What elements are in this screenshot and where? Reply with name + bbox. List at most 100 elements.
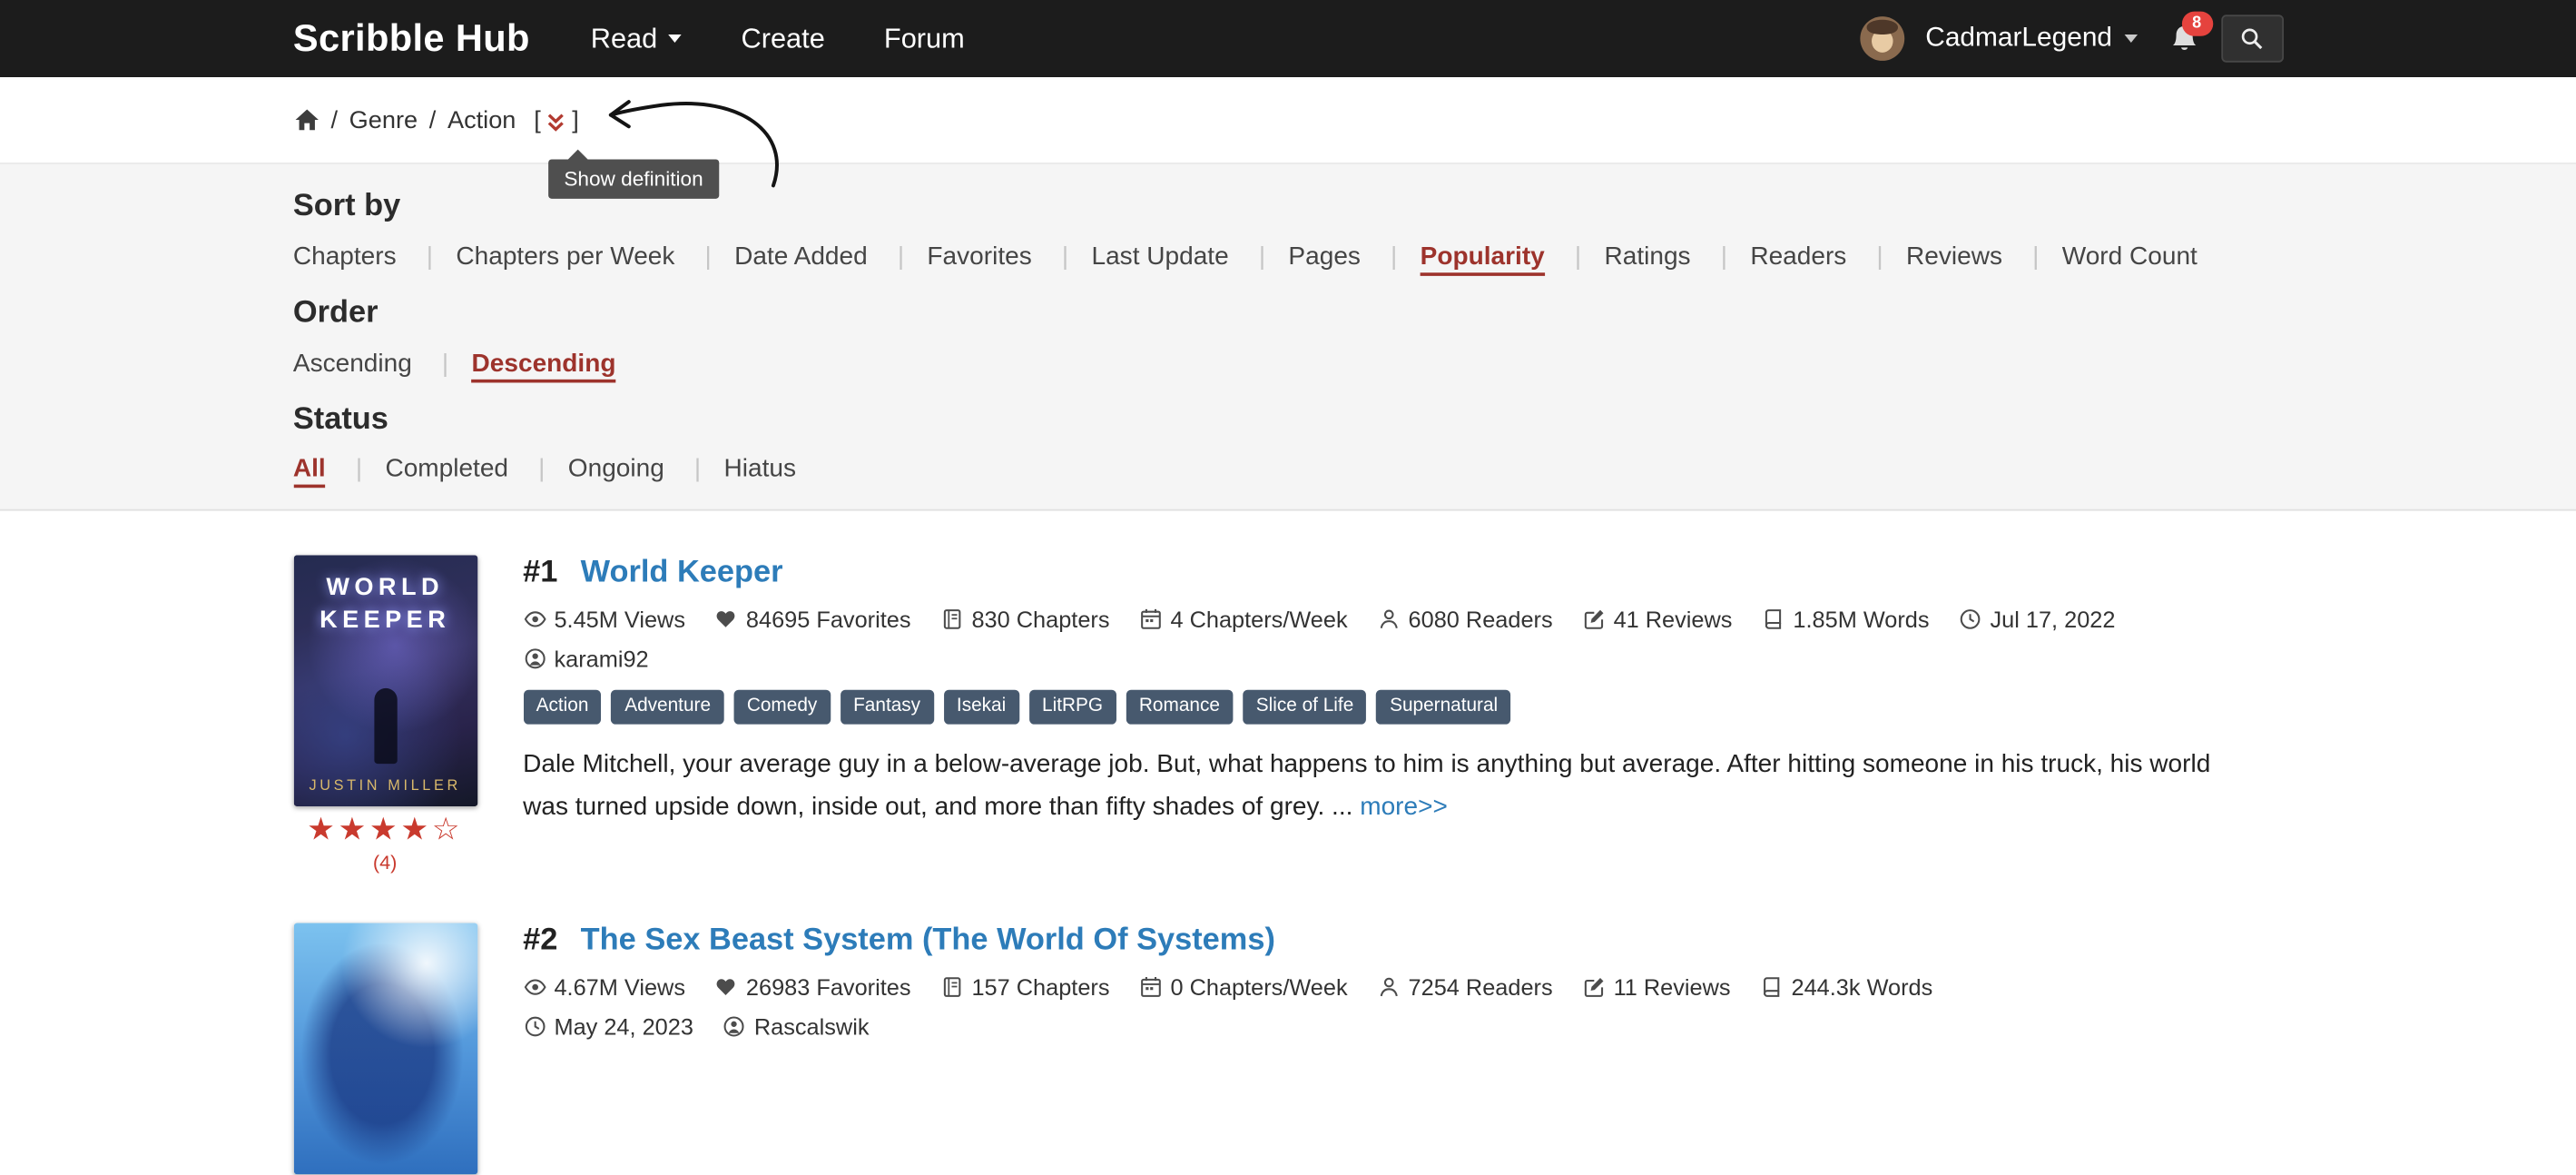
nav-item-forum[interactable]: Forum bbox=[884, 22, 965, 54]
sort-option-last-update[interactable]: Last Update bbox=[1091, 242, 1228, 271]
status-heading: Status bbox=[293, 400, 2283, 439]
status-option-hiatus[interactable]: Hiatus bbox=[724, 455, 796, 483]
status-option-ongoing[interactable]: Ongoing bbox=[568, 455, 664, 483]
words-stat: 244.3k Words bbox=[1760, 974, 1932, 1001]
story-title-link[interactable]: World Keeper bbox=[581, 556, 783, 592]
story-description: Dale Mitchell, your average guy in a bel… bbox=[523, 744, 2230, 829]
tag-supernatural[interactable]: Supernatural bbox=[1377, 690, 1511, 724]
breadcrumb-current: Action bbox=[447, 106, 516, 134]
book-icon bbox=[940, 608, 963, 631]
views-stat: 4.67M Views bbox=[523, 974, 685, 1001]
tag-romance[interactable]: Romance bbox=[1126, 690, 1233, 724]
search-icon bbox=[2239, 26, 2264, 51]
brand-logo[interactable]: Scribble Hub bbox=[293, 16, 530, 61]
story-main: #1 World Keeper 5.45M Views 84695 Favori… bbox=[523, 556, 2283, 874]
tag-fantasy[interactable]: Fantasy bbox=[841, 690, 934, 724]
genre-definition-toggle[interactable]: [ ] bbox=[534, 106, 578, 134]
user-menu[interactable]: CadmarLegend bbox=[1925, 23, 2137, 54]
chevron-down-icon bbox=[669, 35, 682, 43]
words-icon bbox=[1760, 976, 1783, 999]
sort-option-chapters-per-week[interactable]: Chapters per Week bbox=[456, 242, 674, 271]
more-link[interactable]: more>> bbox=[1360, 793, 1448, 821]
nav-item-create[interactable]: Create bbox=[742, 22, 825, 54]
order-options: Ascending Descending bbox=[293, 348, 2283, 380]
notifications-button[interactable]: 8 bbox=[2168, 23, 2199, 54]
views-stat: 5.45M Views bbox=[523, 607, 685, 633]
chapters-per-week-stat: 4 Chapters/Week bbox=[1139, 607, 1348, 633]
nav-item-read[interactable]: Read bbox=[591, 22, 683, 54]
reader-icon bbox=[1377, 976, 1400, 999]
story-stats: 4.67M Views 26983 Favorites 157 Chapters… bbox=[523, 974, 2283, 1001]
story-stats: 5.45M Views 84695 Favorites 830 Chapters… bbox=[523, 607, 2283, 633]
sort-option-pages[interactable]: Pages bbox=[1288, 242, 1361, 271]
favorites-stat: 84695 Favorites bbox=[715, 607, 911, 633]
bracket-close: ] bbox=[572, 106, 579, 134]
bracket-open: [ bbox=[534, 106, 541, 134]
chapters-stat: 157 Chapters bbox=[940, 974, 1109, 1001]
avatar[interactable] bbox=[1860, 16, 1904, 61]
story-cover[interactable]: WORLD KEEPER JUSTIN MILLER bbox=[293, 556, 477, 807]
filled-stars: ★★★★ bbox=[307, 812, 432, 848]
story-title-link[interactable]: The Sex Beast System (The World Of Syste… bbox=[581, 923, 1275, 960]
story-rank: #2 bbox=[523, 923, 557, 960]
words-stat: 1.85M Words bbox=[1762, 607, 1929, 633]
author-link[interactable]: karami92 bbox=[554, 646, 648, 672]
sort-option-favorites[interactable]: Favorites bbox=[927, 242, 1031, 271]
story-author-row: karami92 bbox=[523, 646, 2283, 672]
words-icon bbox=[1762, 608, 1785, 631]
tag-litrpg[interactable]: LitRPG bbox=[1029, 690, 1116, 724]
clock-icon bbox=[523, 1015, 546, 1038]
heart-icon bbox=[715, 976, 738, 999]
rating-count: (4) bbox=[293, 851, 477, 874]
cover-author-text: JUSTIN MILLER bbox=[309, 777, 460, 794]
author-stat: karami92 bbox=[523, 646, 649, 672]
clock-icon bbox=[1959, 608, 1981, 631]
sort-option-word-count[interactable]: Word Count bbox=[2062, 242, 2197, 271]
story-main: #2 The Sex Beast System (The World Of Sy… bbox=[523, 923, 2283, 1175]
chevron-down-icon bbox=[2124, 35, 2137, 43]
breadcrumb-genre[interactable]: Genre bbox=[349, 106, 418, 134]
sort-option-chapters[interactable]: Chapters bbox=[293, 242, 397, 271]
eye-icon bbox=[523, 608, 546, 631]
page: Scribble Hub Read Create Forum CadmarLeg… bbox=[0, 0, 2576, 1033]
cover-title-text: WORLD KEEPER bbox=[306, 572, 464, 637]
filter-panel: Sort by Chapters Chapters per Week Date … bbox=[0, 164, 2576, 511]
heart-icon bbox=[715, 608, 738, 631]
sort-by-options: Chapters Chapters per Week Date Added Fa… bbox=[293, 241, 2283, 273]
story-row: #2 The Sex Beast System (The World Of Sy… bbox=[293, 923, 2283, 1175]
show-definition-tooltip: Show definition bbox=[547, 159, 720, 198]
author-link[interactable]: Rascalswik bbox=[754, 1013, 870, 1040]
tag-action[interactable]: Action bbox=[523, 690, 602, 724]
tag-adventure[interactable]: Adventure bbox=[612, 690, 724, 724]
tag-comedy[interactable]: Comedy bbox=[733, 690, 830, 724]
author-stat: Rascalswik bbox=[723, 1013, 869, 1040]
breadcrumb: / Genre / Action [ ] Show definition bbox=[293, 77, 2283, 163]
search-button[interactable] bbox=[2220, 15, 2283, 62]
status-option-completed[interactable]: Completed bbox=[385, 455, 508, 483]
tag-isekai[interactable]: Isekai bbox=[943, 690, 1018, 724]
story-author-row: May 24, 2023 Rascalswik bbox=[523, 1013, 2283, 1040]
breadcrumb-separator: / bbox=[429, 106, 437, 134]
sort-option-date-added[interactable]: Date Added bbox=[734, 242, 868, 271]
empty-star: ☆ bbox=[432, 812, 463, 848]
order-option-ascending[interactable]: Ascending bbox=[293, 349, 412, 377]
sort-option-reviews[interactable]: Reviews bbox=[1906, 242, 2002, 271]
sort-option-popularity[interactable]: Popularity bbox=[1421, 242, 1545, 275]
status-options: All Completed Ongoing Hiatus bbox=[293, 454, 2283, 487]
order-option-descending[interactable]: Descending bbox=[472, 349, 616, 381]
breadcrumb-bar: / Genre / Action [ ] Show definition bbox=[0, 77, 2576, 164]
calendar-icon bbox=[1139, 608, 1162, 631]
nav-user-area: CadmarLegend 8 bbox=[1860, 15, 2283, 62]
story-cover[interactable] bbox=[293, 923, 477, 1175]
tag-slice-of-life[interactable]: Slice of Life bbox=[1243, 690, 1366, 724]
sort-option-readers[interactable]: Readers bbox=[1750, 242, 1846, 271]
reader-icon bbox=[1377, 608, 1400, 631]
tag-list: Action Adventure Comedy Fantasy Isekai L… bbox=[523, 690, 2283, 724]
last-update-stat: Jul 17, 2022 bbox=[1959, 607, 2115, 633]
username-label: CadmarLegend bbox=[1925, 23, 2112, 54]
order-heading: Order bbox=[293, 293, 2283, 332]
story-cover-column: WORLD KEEPER JUSTIN MILLER ★★★★☆ (4) bbox=[293, 556, 477, 874]
home-icon[interactable] bbox=[293, 107, 320, 133]
status-option-all[interactable]: All bbox=[293, 455, 326, 488]
sort-option-ratings[interactable]: Ratings bbox=[1605, 242, 1691, 271]
